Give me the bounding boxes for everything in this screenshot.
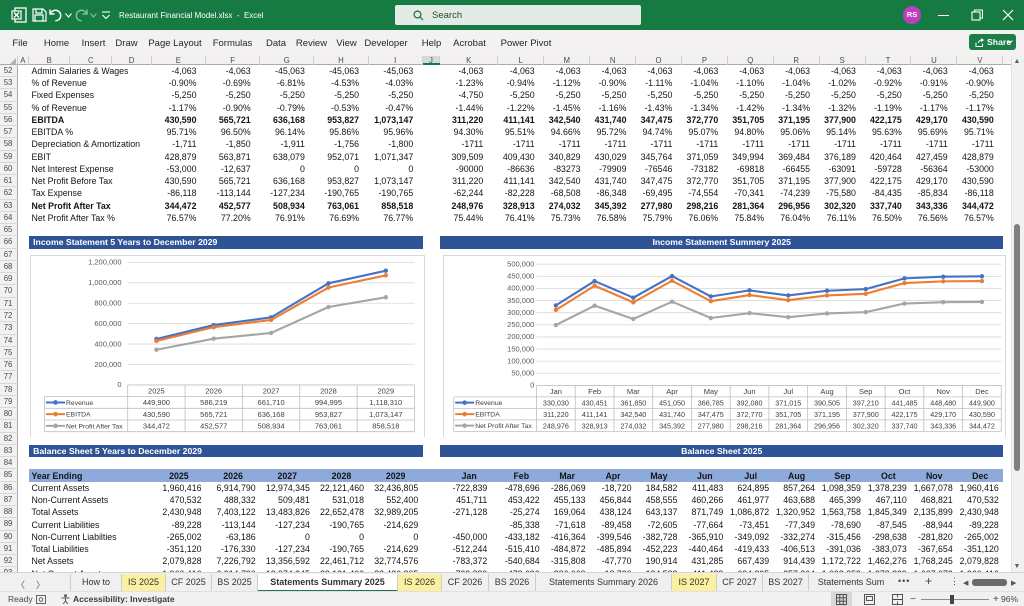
svg-text:430,590: 430,590 (969, 410, 995, 419)
svg-text:Dec: Dec (975, 387, 989, 396)
svg-text:661,710: 661,710 (258, 399, 285, 408)
svg-text:296,956: 296,956 (814, 422, 840, 431)
svg-text:EBITDA: EBITDA (66, 412, 91, 419)
svg-text:EBITDA: EBITDA (475, 412, 500, 419)
svg-text:371,015: 371,015 (775, 399, 801, 408)
svg-text:994,995: 994,995 (315, 399, 342, 408)
svg-text:451,050: 451,050 (659, 399, 685, 408)
svg-text:281,364: 281,364 (775, 422, 801, 431)
svg-text:0: 0 (117, 381, 121, 390)
svg-text:377,900: 377,900 (853, 410, 879, 419)
svg-text:500,000: 500,000 (507, 260, 534, 269)
svg-text:250,000: 250,000 (507, 321, 534, 330)
svg-text:Mar: Mar (627, 387, 640, 396)
svg-text:1,200,000: 1,200,000 (88, 258, 121, 267)
svg-text:274,032: 274,032 (620, 422, 646, 431)
svg-text:200,000: 200,000 (94, 360, 121, 369)
svg-text:Jan: Jan (550, 387, 562, 396)
svg-text:858,518: 858,518 (372, 422, 399, 431)
svg-text:953,827: 953,827 (315, 410, 342, 419)
svg-text:344,472: 344,472 (143, 422, 170, 431)
svg-text:449,900: 449,900 (143, 399, 170, 408)
svg-text:344,472: 344,472 (969, 422, 995, 431)
svg-text:Oct: Oct (899, 387, 912, 396)
svg-text:636,168: 636,168 (258, 410, 285, 419)
svg-text:345,392: 345,392 (659, 422, 685, 431)
svg-text:Sep: Sep (859, 387, 872, 396)
svg-text:Net Profit After Tax: Net Profit After Tax (475, 424, 532, 431)
svg-text:300,000: 300,000 (507, 308, 534, 317)
svg-text:390,505: 390,505 (814, 399, 840, 408)
svg-text:397,210: 397,210 (853, 399, 879, 408)
svg-text:Revenue: Revenue (66, 400, 93, 407)
svg-text:449,900: 449,900 (969, 399, 995, 408)
svg-text:586,219: 586,219 (200, 399, 227, 408)
svg-text:1,000,000: 1,000,000 (88, 279, 121, 288)
svg-text:Revenue: Revenue (475, 401, 502, 408)
svg-text:361,850: 361,850 (620, 399, 646, 408)
svg-text:508,934: 508,934 (258, 422, 285, 431)
svg-text:0: 0 (530, 381, 534, 390)
svg-text:565,721: 565,721 (200, 410, 227, 419)
svg-text:350,000: 350,000 (507, 296, 534, 305)
svg-text:366,785: 366,785 (698, 399, 724, 408)
svg-text:450,000: 450,000 (507, 272, 534, 281)
svg-text:411,141: 411,141 (582, 410, 607, 419)
svg-text:441,485: 441,485 (891, 399, 917, 408)
svg-text:302,320: 302,320 (853, 422, 879, 431)
svg-text:Nov: Nov (937, 387, 951, 396)
svg-text:2028: 2028 (320, 387, 337, 396)
svg-text:800,000: 800,000 (94, 299, 121, 308)
svg-text:May: May (704, 387, 718, 396)
svg-text:1,073,147: 1,073,147 (369, 410, 402, 419)
svg-text:347,475: 347,475 (698, 410, 724, 419)
svg-text:430,451: 430,451 (582, 399, 608, 408)
svg-text:431,740: 431,740 (659, 410, 685, 419)
svg-text:2026: 2026 (205, 387, 222, 396)
svg-text:328,913: 328,913 (582, 422, 608, 431)
svg-text:351,705: 351,705 (775, 410, 801, 419)
svg-text:343,336: 343,336 (930, 422, 956, 431)
svg-text:Feb: Feb (588, 387, 601, 396)
svg-text:Net Profit After Tax: Net Profit After Tax (66, 424, 123, 431)
svg-text:298,216: 298,216 (737, 422, 763, 431)
svg-text:2025: 2025 (148, 387, 165, 396)
svg-text:1,118,310: 1,118,310 (369, 399, 402, 408)
svg-text:430,590: 430,590 (143, 410, 170, 419)
svg-text:337,740: 337,740 (891, 422, 917, 431)
svg-text:372,770: 372,770 (737, 410, 763, 419)
svg-text:150,000: 150,000 (507, 345, 534, 354)
svg-text:400,000: 400,000 (507, 284, 534, 293)
svg-text:600,000: 600,000 (94, 319, 121, 328)
svg-text:Aug: Aug (820, 387, 833, 396)
svg-text:Jun: Jun (743, 387, 755, 396)
svg-text:371,195: 371,195 (814, 410, 840, 419)
svg-text:Apr: Apr (666, 387, 678, 396)
svg-text:342,540: 342,540 (620, 410, 646, 419)
svg-text:422,175: 422,175 (891, 410, 917, 419)
svg-text:277,980: 277,980 (698, 422, 724, 431)
svg-text:2027: 2027 (263, 387, 280, 396)
svg-text:200,000: 200,000 (507, 333, 534, 342)
svg-text:763,061: 763,061 (315, 422, 342, 431)
svg-text:2029: 2029 (377, 387, 394, 396)
svg-text:330,030: 330,030 (543, 399, 569, 408)
svg-text:452,577: 452,577 (200, 422, 227, 431)
svg-text:248,976: 248,976 (543, 422, 569, 431)
svg-text:100,000: 100,000 (507, 357, 534, 366)
svg-text:429,170: 429,170 (930, 410, 956, 419)
svg-text:Jul: Jul (783, 387, 793, 396)
svg-text:448,480: 448,480 (930, 399, 956, 408)
svg-text:392,080: 392,080 (737, 399, 763, 408)
svg-text:400,000: 400,000 (94, 340, 121, 349)
svg-text:50,000: 50,000 (511, 369, 534, 378)
svg-text:311,220: 311,220 (543, 410, 568, 419)
